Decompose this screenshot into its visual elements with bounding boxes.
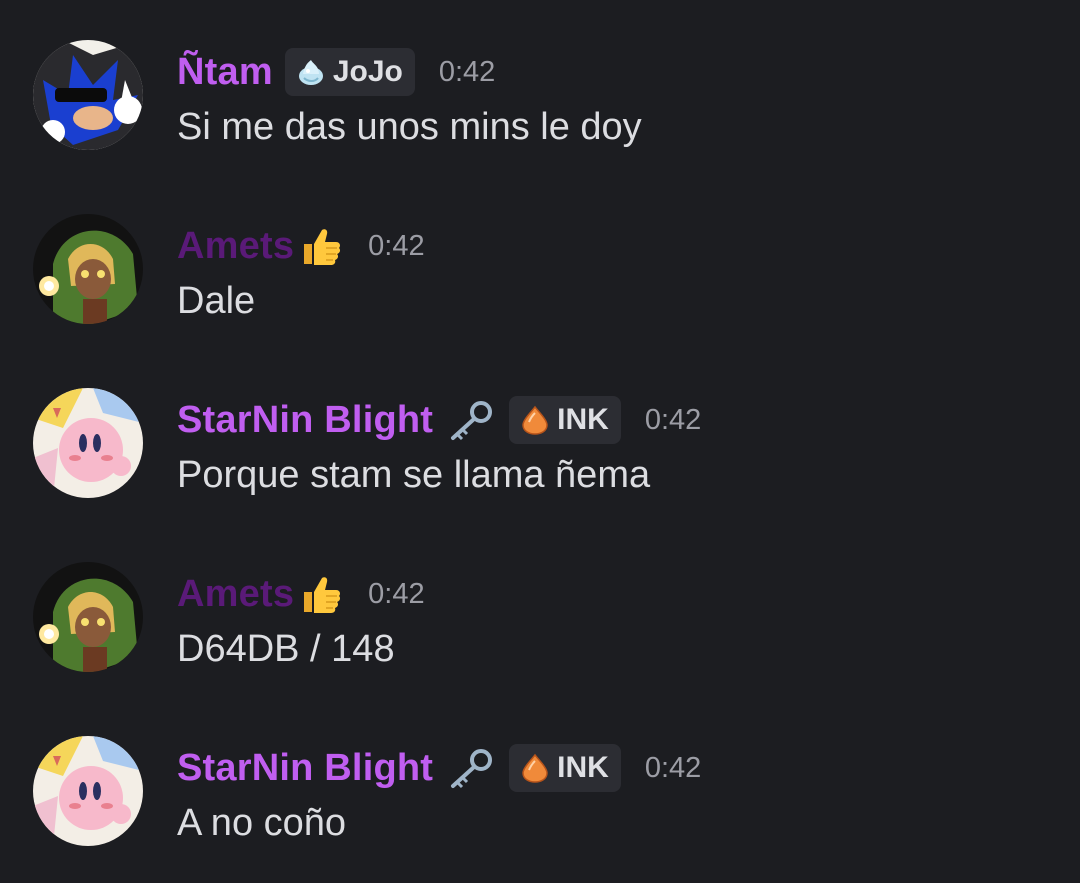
message-text: Porque stam se llama ñema (177, 454, 651, 496)
username[interactable]: Ñtam (177, 51, 273, 94)
server-tag[interactable]: INK (509, 396, 621, 444)
message-text: A no coño (177, 802, 347, 844)
message-item: Ñtam JoJo 0:42 Si me das unos mins le do… (0, 40, 1080, 190)
thumbs-up-icon (296, 570, 344, 618)
username[interactable]: StarNin Blight (177, 399, 433, 442)
kirby-avatar[interactable] (33, 388, 143, 498)
thumbs-up-icon (296, 222, 344, 270)
username[interactable]: StarNin Blight (177, 747, 433, 790)
message-item: Amets 0:42 D64DB / 148 (0, 562, 1080, 712)
orange-gem-icon (519, 404, 551, 436)
link-avatar[interactable] (33, 562, 143, 672)
message-header: StarNin Blight INK 0:42 (177, 740, 701, 796)
message-text: D64DB / 148 (177, 628, 395, 670)
timestamp[interactable]: 0:42 (439, 56, 495, 89)
key-icon (445, 746, 497, 790)
message-item: Amets 0:42 Dale (0, 214, 1080, 364)
username[interactable]: Amets (177, 225, 294, 268)
tag-label: INK (557, 751, 609, 784)
chat-message-list: Ñtam JoJo 0:42 Si me das unos mins le do… (0, 0, 1080, 883)
tag-label: INK (557, 403, 609, 436)
timestamp[interactable]: 0:42 (368, 230, 424, 263)
timestamp[interactable]: 0:42 (368, 578, 424, 611)
timestamp[interactable]: 0:42 (645, 404, 701, 437)
message-item: StarNin Blight INK 0:42 (0, 388, 1080, 538)
server-tag[interactable]: JoJo (284, 48, 415, 96)
link-avatar[interactable] (33, 214, 143, 324)
message-header: Ñtam JoJo 0:42 (177, 44, 495, 100)
sonic-avatar[interactable] (33, 40, 143, 150)
message-text: Dale (177, 280, 256, 322)
username[interactable]: Amets (177, 573, 294, 616)
kirby-avatar[interactable] (33, 736, 143, 846)
timestamp[interactable]: 0:42 (645, 752, 701, 785)
water-drop-icon (295, 56, 327, 88)
key-icon (445, 398, 497, 442)
tag-label: JoJo (332, 55, 403, 88)
message-item: StarNin Blight INK 0:42 (0, 736, 1080, 883)
message-header: Amets 0:42 (177, 566, 425, 622)
message-header: StarNin Blight INK 0:42 (177, 392, 701, 448)
server-tag[interactable]: INK (509, 744, 621, 792)
message-text: Si me das unos mins le doy (177, 106, 642, 148)
message-header: Amets 0:42 (177, 218, 425, 274)
orange-gem-icon (519, 752, 551, 784)
